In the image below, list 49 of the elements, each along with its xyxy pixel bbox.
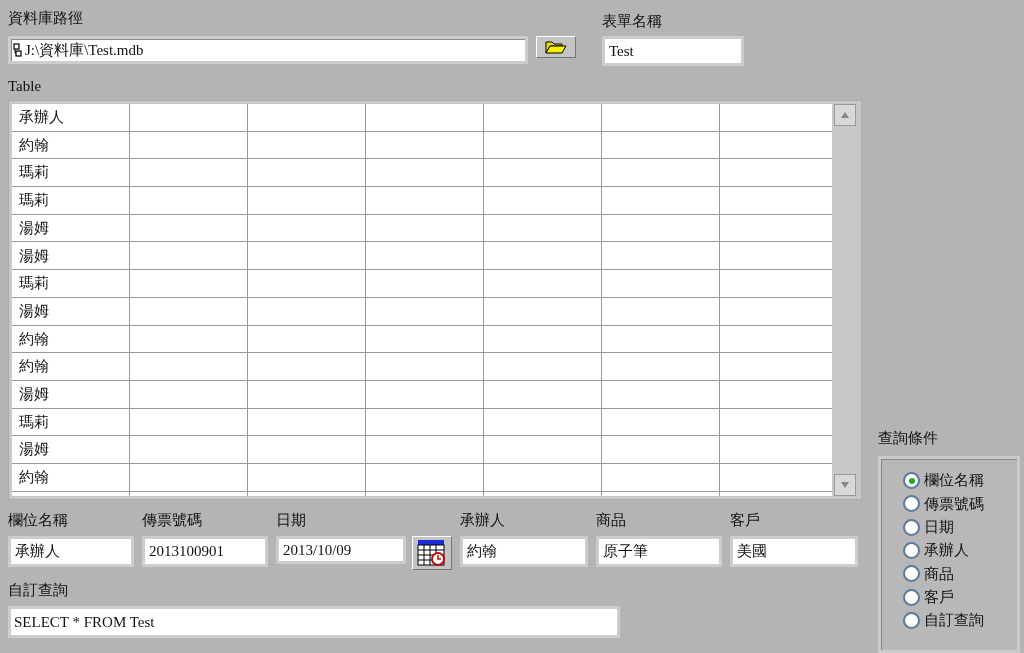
table-cell: 承辦人 [12, 104, 130, 131]
calendar-clock-icon [417, 539, 447, 567]
field-label: 表單名稱 [602, 11, 663, 31]
table-cell: 約翰 [12, 463, 130, 491]
radio-option[interactable]: 自訂查詢 [903, 608, 1017, 633]
folder-icon [545, 40, 567, 54]
group-label: 查詢條件 [878, 428, 939, 448]
field-label: 客戶 [730, 510, 761, 530]
input-field[interactable]: 約翰 [460, 536, 588, 567]
table-cell: 湯姆 [12, 242, 130, 270]
table-cell: 瑪莉 [12, 408, 130, 436]
field-label: 傳票號碼 [142, 510, 203, 530]
field-label: 欄位名稱 [8, 510, 69, 530]
date-field[interactable]: 2013/10/09 [276, 536, 406, 564]
radio-option[interactable]: 商品 [903, 562, 1017, 586]
table-cell: 湯姆 [12, 214, 130, 242]
radio-option[interactable]: 客戶 [903, 585, 1017, 609]
table-cell: 約翰 [12, 325, 130, 353]
input-field[interactable]: 美國 [730, 536, 858, 567]
table-cell: 湯姆 [12, 436, 130, 463]
radio-option[interactable]: 承辦人 [903, 538, 1017, 563]
field-label: 自訂查詢 [8, 580, 69, 600]
browse-button[interactable] [536, 36, 576, 58]
radio-option[interactable]: 傳票號碼 [903, 492, 1017, 516]
radio-option[interactable]: 日期 [903, 515, 1017, 539]
field-label: 日期 [276, 510, 307, 530]
field-label: 資料庫路徑 [8, 8, 84, 28]
scroll-down-icon[interactable] [834, 474, 857, 496]
path-icon [13, 43, 22, 57]
form-name-field[interactable]: Test [602, 36, 744, 66]
table-cell: 湯姆 [12, 297, 130, 325]
calendar-button[interactable] [412, 536, 452, 570]
input-field[interactable]: 承辦人 [8, 536, 134, 567]
scroll-up-icon[interactable] [834, 104, 857, 126]
table-cell: 瑪莉 [12, 159, 130, 187]
field-label: 承辦人 [460, 510, 506, 530]
table-cell: 瑪莉 [12, 187, 130, 214]
table-label: Table [8, 77, 43, 96]
table-cell: 瑪莉 [12, 270, 130, 297]
scrollbar[interactable] [832, 104, 858, 496]
input-field[interactable]: 原子筆 [596, 536, 722, 567]
radio-option[interactable]: 欄位名稱 [903, 469, 1017, 493]
path-field[interactable]: J:\資料庫\Test.mdb [8, 36, 528, 64]
table-cell: 湯姆 [12, 380, 130, 408]
table-cell: 約翰 [12, 353, 130, 380]
table-cell: 約翰 [12, 131, 130, 159]
query-field[interactable]: SELECT * FROM Test [8, 606, 620, 638]
input-field[interactable]: 2013100901 [142, 536, 268, 567]
field-label: 商品 [596, 510, 627, 530]
